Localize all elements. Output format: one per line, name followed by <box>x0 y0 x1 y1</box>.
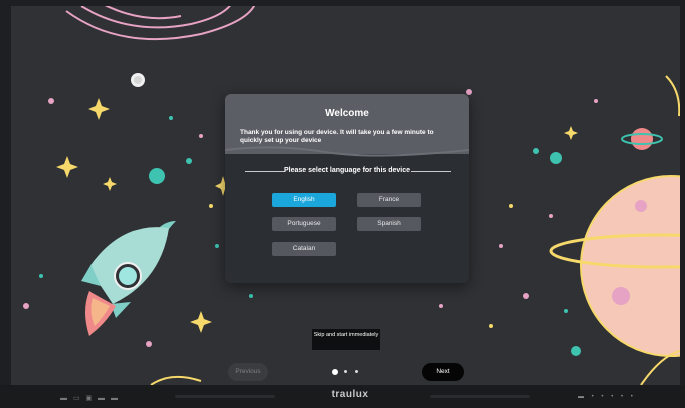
divider-right <box>411 171 451 172</box>
skip-button[interactable]: Skip and start immediately <box>312 329 380 350</box>
next-button[interactable]: Next <box>422 363 464 381</box>
bezel-grille-right <box>430 395 530 398</box>
bezel-indicator-icons: ▬ • • • • • <box>578 394 636 400</box>
page-dot-2 <box>344 370 347 373</box>
language-option-english[interactable]: English <box>272 193 336 207</box>
dialog-title: Welcome <box>325 108 369 119</box>
planet-illustration <box>549 175 680 357</box>
language-option-france[interactable]: France <box>357 193 421 207</box>
page-dot-1 <box>332 369 338 375</box>
page-dot-3 <box>355 370 358 373</box>
orbit-swirl-decoration <box>65 6 256 41</box>
rocket-illustration <box>81 221 176 336</box>
language-option-portuguese[interactable]: Portuguese <box>272 217 336 231</box>
bezel-control-icons: ▬ ▭ ▣ ▬ ▬ <box>60 395 121 402</box>
display-device: Welcome Thank you for using our device. … <box>0 0 685 408</box>
dialog-subtitle: Thank you for using our device. It will … <box>240 129 434 144</box>
small-planet-illustration <box>621 128 663 150</box>
previous-button[interactable]: Previous <box>228 363 268 381</box>
device-bezel: ▬ ▭ ▣ ▬ ▬ traulux ▬ • • • • • <box>0 385 685 408</box>
brand-logo: traulux <box>331 389 369 400</box>
language-option-spanish[interactable]: Spanish <box>357 217 421 231</box>
language-option-catalan[interactable]: Catalan <box>272 242 336 256</box>
bezel-grille-left <box>175 395 275 398</box>
welcome-dialog: Welcome Thank you for using our device. … <box>225 94 469 283</box>
